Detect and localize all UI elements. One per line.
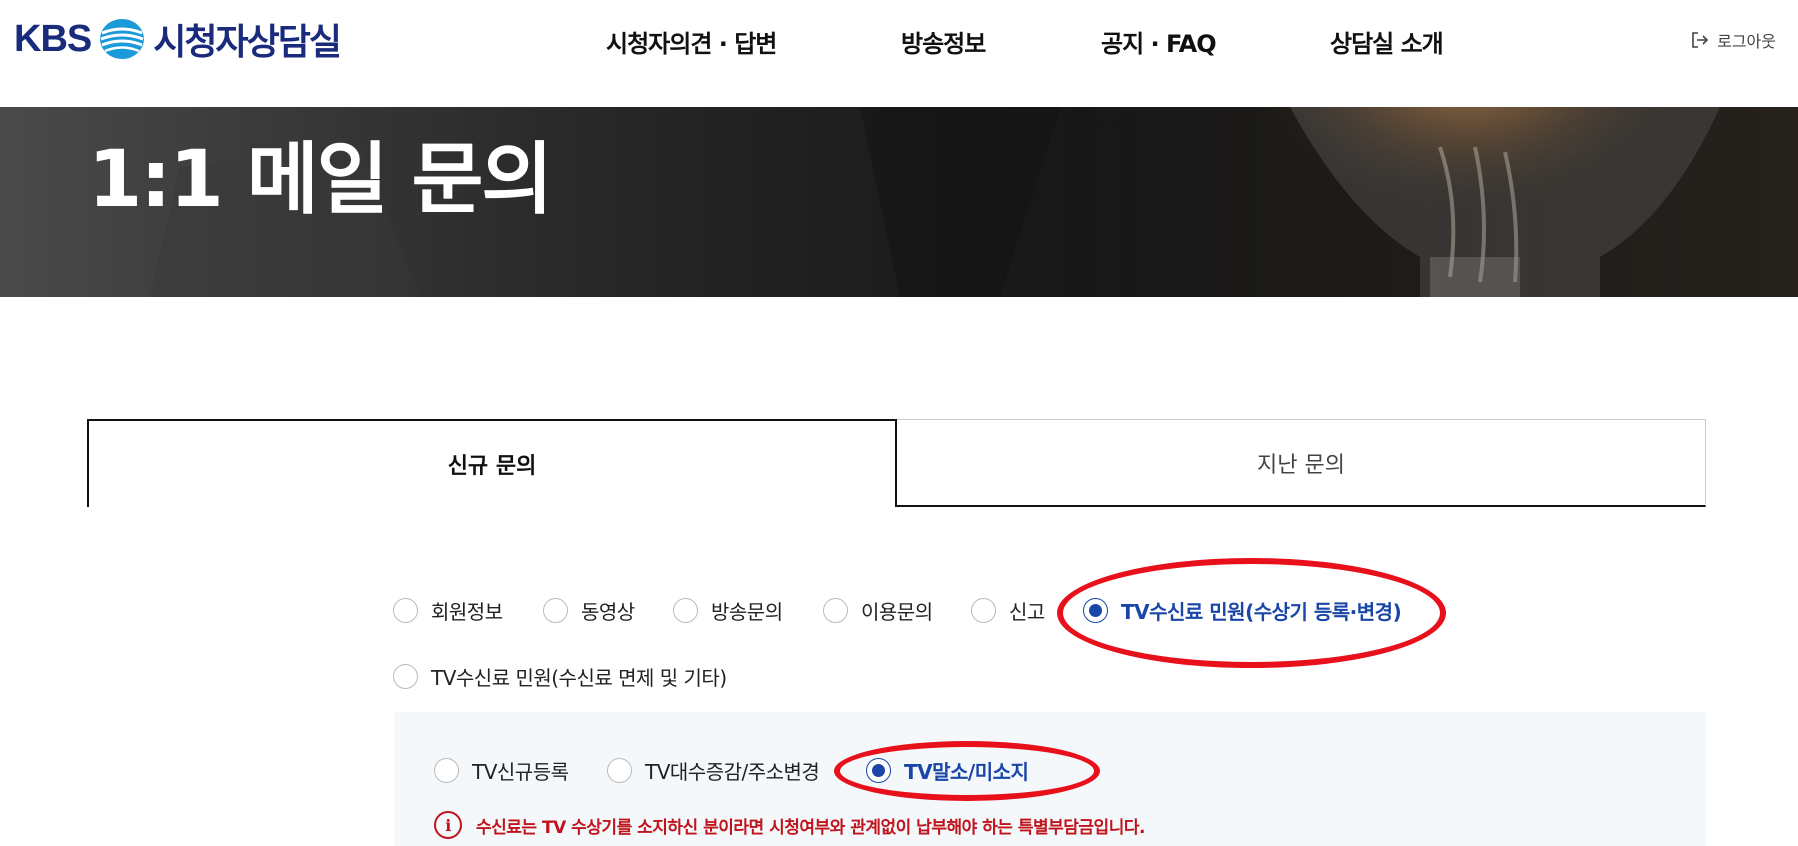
radio-label: TV신규등록 (472, 760, 569, 784)
radio-license-fee-registration[interactable]: TV수신료 민원(수상기 등록·변경) (1083, 596, 1402, 625)
kbs-emblem-icon (100, 19, 145, 59)
radio-broadcast[interactable]: 방송문의 (673, 596, 783, 625)
radio-member-info[interactable]: 회원정보 (393, 596, 503, 625)
logout-icon (1692, 32, 1709, 48)
radio-label: TV말소/미소지 (904, 760, 1029, 784)
logout-link[interactable]: 로그아웃 (1691, 28, 1776, 52)
radio-circle-selected[interactable] (1083, 598, 1108, 623)
nav-about[interactable]: 상담실 소개 (1330, 24, 1444, 59)
radio-circle-selected[interactable] (866, 758, 891, 783)
tab-past-inquiry[interactable]: 지난 문의 (897, 419, 1706, 507)
radio-circle[interactable] (607, 758, 632, 783)
notice-text: 수신료는 TV 수상기를 소지하신 분이라면 시청여부와 관계없이 납부해야 하… (476, 817, 1145, 838)
page-title: 1:1 메일 문의 (88, 135, 553, 225)
site-title: 시청자상담실 (153, 22, 342, 63)
page-banner: 1:1 메일 문의 (0, 107, 1798, 297)
radio-license-fee-exemption[interactable]: TV수신료 민원(수신료 면제 및 기타) (393, 662, 727, 691)
radio-tv-new-registration[interactable]: TV신규등록 (434, 756, 569, 785)
radio-circle[interactable] (823, 598, 848, 623)
radio-label: 방송문의 (711, 600, 783, 624)
radio-label: TV수신료 민원(수상기 등록·변경) (1121, 600, 1402, 624)
radio-tv-cancellation[interactable]: TV말소/미소지 (866, 756, 1029, 785)
radio-circle[interactable] (393, 598, 418, 623)
radio-circle[interactable] (543, 598, 568, 623)
radio-circle[interactable] (434, 758, 459, 783)
logout-label: 로그아웃 (1717, 32, 1776, 51)
radio-usage[interactable]: 이용문의 (823, 596, 933, 625)
radio-circle[interactable] (393, 664, 418, 689)
nav-viewer-opinion[interactable]: 시청자의견 · 답변 (606, 24, 777, 59)
kbs-logo-text: KBS (14, 17, 92, 60)
inquiry-tabs: 신규 문의 지난 문의 (87, 419, 1706, 507)
tab-new-inquiry[interactable]: 신규 문의 (87, 419, 897, 507)
site-header: KBS 시청자상담실 시청자의견 · 답변 방송정보 공지 · FAQ 상담실 … (0, 0, 1798, 107)
info-icon: i (434, 811, 462, 839)
radio-label: 이용문의 (861, 600, 933, 624)
radio-label: TV수신료 민원(수신료 면제 및 기타) (431, 666, 727, 690)
radio-video[interactable]: 동영상 (543, 596, 635, 625)
radio-tv-count-address-change[interactable]: TV대수증감/주소변경 (607, 756, 820, 785)
radio-label: 동영상 (581, 600, 635, 624)
radio-circle[interactable] (673, 598, 698, 623)
radio-label: 신고 (1009, 600, 1045, 624)
nav-broadcast-info[interactable]: 방송정보 (901, 24, 986, 59)
radio-circle[interactable] (971, 598, 996, 623)
radio-report[interactable]: 신고 (971, 596, 1045, 625)
radio-label: 회원정보 (431, 600, 503, 624)
site-logo[interactable]: KBS 시청자상담실 (14, 14, 342, 64)
radio-label: TV대수증감/주소변경 (645, 760, 820, 784)
nav-notice-faq[interactable]: 공지 · FAQ (1101, 24, 1217, 59)
license-fee-notice: i 수신료는 TV 수상기를 소지하신 분이라면 시청여부와 관계없이 납부해야… (434, 811, 1145, 839)
